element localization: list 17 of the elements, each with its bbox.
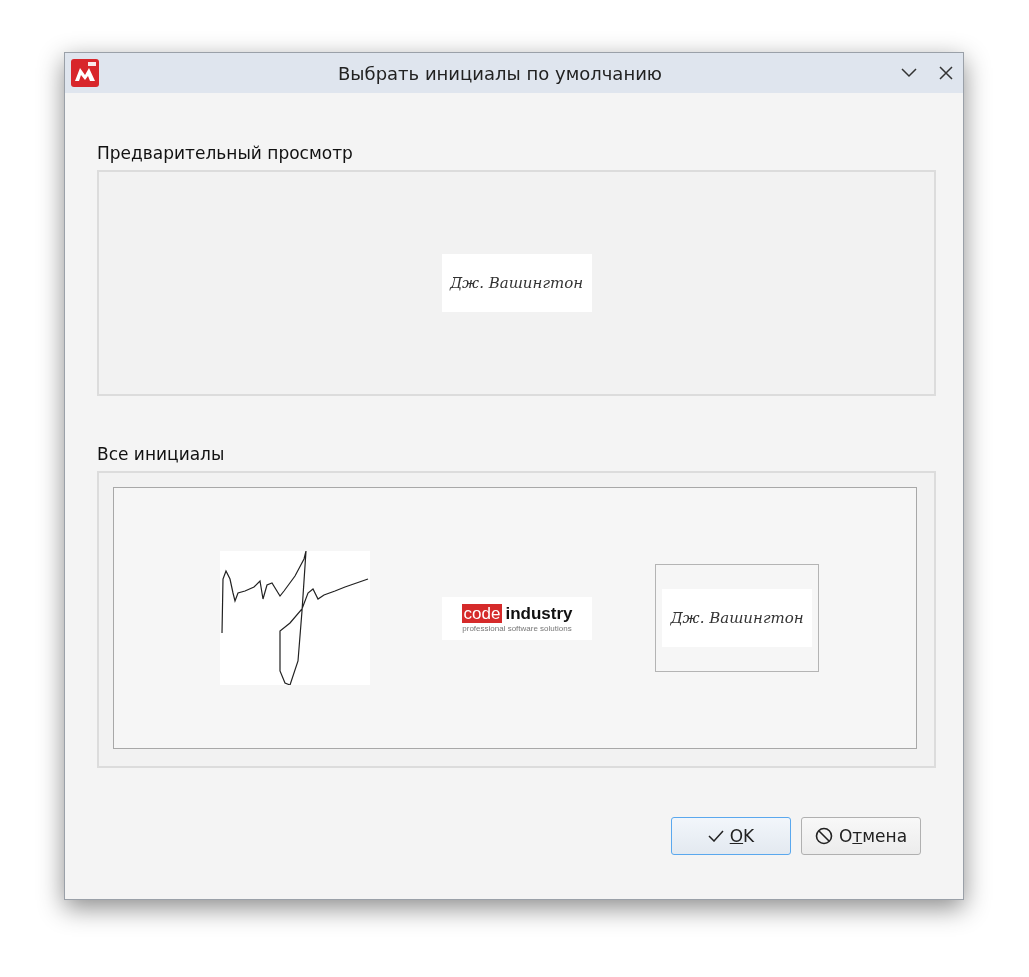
app-logo-icon [71, 59, 99, 87]
cancel-icon [814, 827, 833, 845]
check-icon [707, 830, 724, 842]
initials-item[interactable]: code industry professional software solutions [433, 587, 601, 649]
chevron-down-icon[interactable] [901, 68, 917, 78]
section-label: Предварительный просмотр [97, 143, 354, 163]
section-label: Все инициалы [97, 444, 226, 464]
logo-word: code [461, 604, 503, 623]
ok-button[interactable]: OK [671, 817, 791, 855]
logo-tagline: professional software solutions [462, 623, 572, 633]
cancel-button[interactable]: Отмена [801, 817, 921, 855]
initials-image: Дж. Вашингтон [662, 589, 812, 647]
window-title: Выбрать инициалы по умолчанию [336, 62, 664, 84]
selected-initials-item[interactable]: Дж. Вашингтон [655, 564, 819, 672]
initials-image: Дж. Вашингтон [441, 254, 592, 312]
close-icon[interactable] [939, 66, 953, 80]
logo-word: industry [505, 603, 573, 624]
